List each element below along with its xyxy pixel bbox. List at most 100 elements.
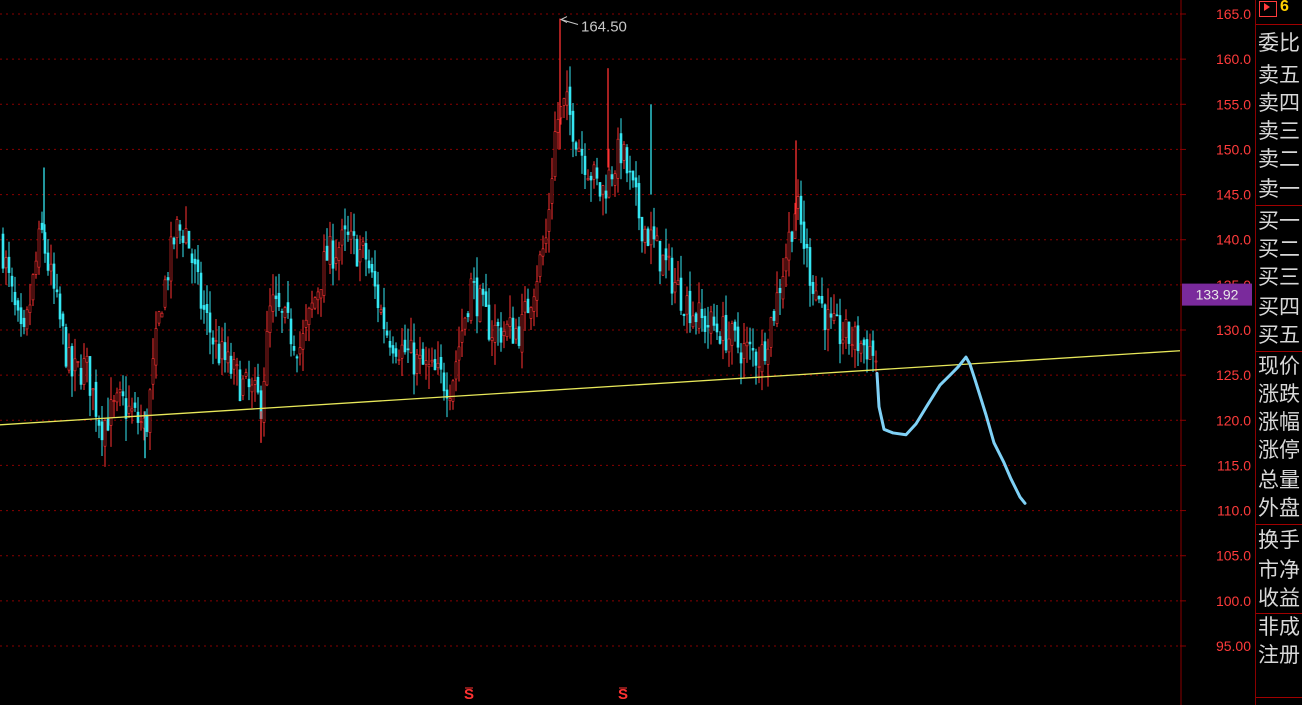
high-price-label: 164.50 (581, 19, 627, 36)
y-tick-label: 155.0 (1216, 96, 1251, 112)
candle-body (178, 224, 182, 231)
candle-body (325, 245, 329, 261)
y-tick-label: 115.0 (1217, 457, 1251, 473)
candle-body (25, 309, 29, 330)
candle-body (235, 364, 239, 367)
price-chart[interactable]: 165.0160.0155.0150.0145.0140.0135.0130.0… (0, 0, 1255, 705)
candle-body (58, 293, 62, 320)
candle-body (475, 277, 479, 317)
candle-body (523, 301, 527, 313)
candle-body (1, 233, 5, 269)
candle-body (196, 259, 200, 273)
candle-body (649, 229, 653, 246)
candle-body (310, 302, 314, 310)
candle-body (643, 228, 647, 243)
candle-body (64, 326, 68, 367)
candle-body (505, 323, 509, 337)
y-tick-label: 150.0 (1216, 141, 1251, 157)
candle-body (268, 305, 272, 333)
candle-body (739, 352, 743, 364)
candle-body (91, 388, 95, 391)
candle-body (724, 314, 728, 351)
panel-label-volume: 总量 (1258, 468, 1300, 492)
candle-body (61, 313, 65, 327)
panel-divider (1256, 205, 1302, 206)
candle-body (511, 317, 515, 344)
candle-body (328, 236, 332, 265)
candle-body (478, 288, 482, 323)
candle-body (598, 182, 602, 197)
candle-body (679, 277, 683, 311)
candle-body (76, 361, 80, 363)
candle-body (622, 144, 626, 161)
panel-label-eps: 收益 (1258, 586, 1300, 610)
candle-body (586, 178, 590, 181)
panel-label-buy1: 买一 (1258, 209, 1300, 233)
candle-body (280, 311, 284, 313)
candle-body (112, 400, 116, 402)
candle-body (826, 309, 830, 330)
candle-body (607, 169, 611, 198)
y-tick-label: 145.0 (1216, 187, 1251, 203)
candle-body (853, 326, 857, 351)
candle-body (751, 348, 755, 351)
candle-body (391, 345, 395, 354)
candle-body (409, 339, 413, 354)
play-triangle-icon (1264, 3, 1270, 11)
candle-body (397, 359, 401, 361)
candle-body (592, 164, 596, 180)
panel-divider (1256, 697, 1302, 698)
candle-body (163, 279, 167, 308)
candle-body (121, 391, 125, 397)
candle-body (220, 341, 224, 360)
candle-body (619, 133, 623, 164)
candle-body (358, 249, 362, 263)
candle-body (517, 326, 521, 346)
candle-body (166, 277, 170, 281)
candle-body (106, 417, 110, 431)
candle-body (733, 321, 737, 331)
candle-body (436, 362, 440, 369)
candle-body (271, 294, 275, 312)
candle-body (355, 238, 359, 267)
candle-body (613, 173, 617, 186)
candle-body (787, 231, 791, 261)
candle-body (466, 313, 470, 318)
candle-body (685, 295, 689, 315)
candle-body (22, 317, 26, 327)
candle-body (814, 290, 818, 301)
panel-label-reg: 注册 (1258, 643, 1300, 667)
candle-body (601, 185, 605, 195)
candle-body (82, 358, 86, 385)
panel-label-weibi: 委比 (1258, 31, 1300, 55)
sell-marker-s: S (618, 686, 628, 703)
candle-body (526, 298, 530, 314)
candle-body (499, 327, 503, 343)
candle-body (721, 316, 725, 341)
quote-panel: 6 委比 卖五 卖四 卖三 卖二 卖一 买一 买二 买三 买四 买五 现价 涨跌… (1255, 0, 1302, 705)
candle-body (673, 282, 677, 293)
candle-body (160, 312, 164, 318)
candle-body (859, 343, 863, 354)
candle-body (88, 356, 92, 396)
candle-body (274, 295, 278, 300)
candle-body (388, 340, 392, 348)
candle-body (34, 260, 38, 275)
candle-body (628, 170, 632, 173)
candle-body (262, 381, 266, 423)
candle-body (193, 258, 197, 265)
candle-body (190, 253, 194, 264)
candle-body (49, 263, 53, 272)
candle-body (781, 276, 785, 300)
candle-body (472, 281, 476, 283)
candle-body (571, 110, 575, 142)
chart-svg[interactable]: 165.0160.0155.0150.0145.0140.0135.0130.0… (0, 0, 1255, 705)
candle-body (493, 324, 497, 343)
candle-body (820, 296, 824, 304)
candle-body (229, 355, 233, 374)
candle-body (283, 307, 287, 318)
candle-body (256, 376, 260, 393)
candle-body (850, 344, 854, 347)
candle-body (136, 411, 140, 423)
panel-label-buy4: 买四 (1258, 295, 1300, 319)
